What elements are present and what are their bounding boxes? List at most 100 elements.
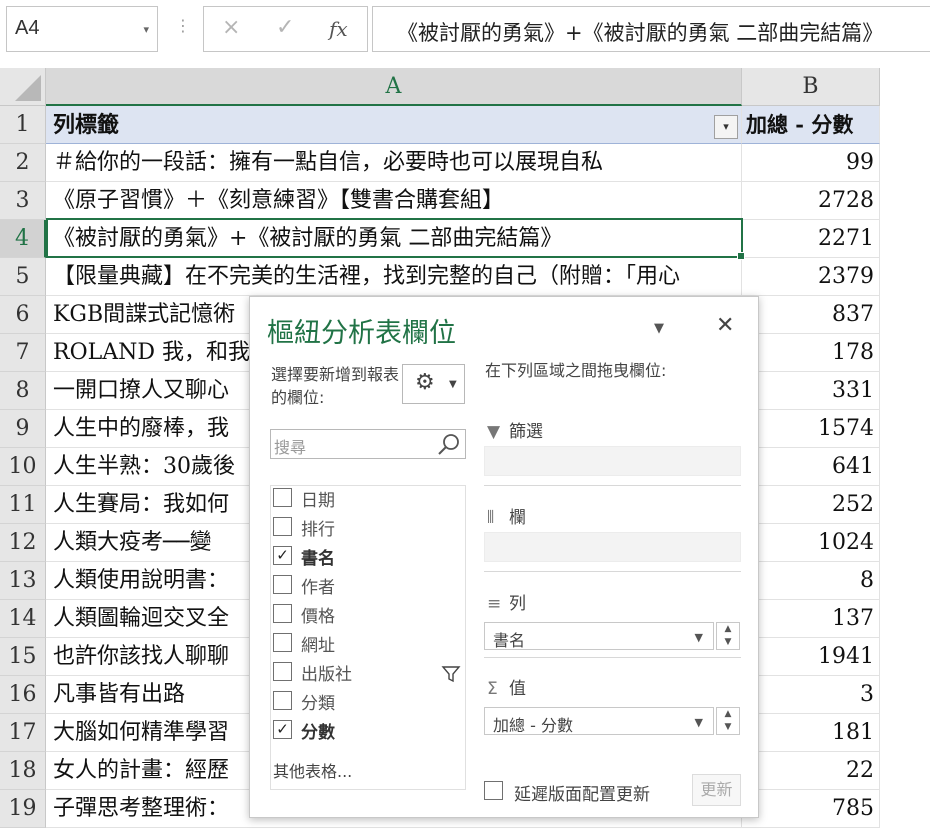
cell-a[interactable]: 《被討厭的勇氣》+《被討厭的勇氣 二部曲完結篇》 — [46, 220, 742, 258]
cell-b[interactable]: 641 — [742, 448, 880, 486]
row-header[interactable]: 10 — [0, 448, 46, 486]
field-checkbox[interactable] — [273, 691, 292, 710]
field-checkbox[interactable] — [273, 633, 292, 652]
tools-button[interactable]: ⚙ ▼ — [402, 364, 465, 404]
sigma-icon: Σ — [487, 679, 498, 699]
cell-b[interactable]: 331 — [742, 372, 880, 410]
column-header-a[interactable]: A — [46, 68, 742, 106]
panel-menu-icon[interactable]: ▼ — [654, 321, 664, 336]
cell-b[interactable]: 8 — [742, 562, 880, 600]
cell-a[interactable]: 【限量典藏】在不完美的生活裡，找到完整的自己（附贈：「用心 — [46, 258, 742, 296]
table-row: 4 《被討厭的勇氣》+《被討厭的勇氣 二部曲完結篇》 2271 — [0, 220, 930, 258]
cell-b[interactable]: 1574 — [742, 410, 880, 448]
field-checkbox[interactable] — [273, 517, 292, 536]
cell-b[interactable]: 99 — [742, 144, 880, 182]
cell-a[interactable]: 《原子習慣》＋《刻意練習》【雙書合購套組】 — [46, 182, 742, 220]
gear-icon: ⚙ — [415, 370, 435, 395]
cell-b[interactable]: 137 — [742, 600, 880, 638]
row-header[interactable]: 18 — [0, 752, 46, 790]
row-header[interactable]: 5 — [0, 258, 46, 296]
values-scroll-buttons[interactable]: ▲ ▼ — [716, 707, 740, 735]
cell-a1[interactable]: 列標籤 ▾ — [46, 106, 742, 144]
row-header[interactable]: 4 — [0, 220, 46, 258]
cell-b1[interactable]: 加總 - 分數 — [742, 106, 880, 144]
cell-b[interactable]: 2379 — [742, 258, 880, 296]
chevron-down-icon[interactable]: ▼ — [695, 631, 703, 644]
cell-b[interactable]: 1024 — [742, 524, 880, 562]
table-row: 2 ＃給你的一段話：擁有一點自信，必要時也可以展現自私 99 — [0, 144, 930, 182]
values-field-label: 加總 - 分數 — [493, 716, 573, 735]
name-box[interactable]: A4 ▾ — [6, 6, 158, 52]
row-header[interactable]: 9 — [0, 410, 46, 448]
cell-a[interactable]: ＃給你的一段話：擁有一點自信，必要時也可以展現自私 — [46, 144, 742, 182]
cell-b[interactable]: 3 — [742, 676, 880, 714]
search-icon — [438, 434, 459, 455]
field-label: 分數 — [301, 723, 335, 743]
row-header[interactable]: 14 — [0, 600, 46, 638]
panel-title: 樞紐分析表欄位 — [267, 318, 456, 349]
field-checkbox[interactable] — [273, 604, 292, 623]
row-header[interactable]: 1 — [0, 106, 46, 144]
defer-checkbox[interactable] — [484, 781, 503, 800]
row-header[interactable]: 7 — [0, 334, 46, 372]
column-header-b[interactable]: B — [742, 68, 880, 106]
row-header[interactable]: 6 — [0, 296, 46, 334]
rows-scroll-buttons[interactable]: ▲ ▼ — [716, 622, 740, 650]
field-checkbox[interactable] — [273, 575, 292, 594]
cell-b[interactable]: 178 — [742, 334, 880, 372]
filters-area-title: ▼ 篩選 — [487, 417, 543, 442]
cell-b[interactable]: 1941 — [742, 638, 880, 676]
row-header[interactable]: 12 — [0, 524, 46, 562]
table-row: 3 《原子習慣》＋《刻意練習》【雙書合購套組】 2728 — [0, 182, 930, 220]
filter-icon: ▼ — [487, 422, 501, 442]
row-header[interactable]: 11 — [0, 486, 46, 524]
cell-b[interactable]: 785 — [742, 790, 880, 828]
row-header[interactable]: 2 — [0, 144, 46, 182]
field-label: 網址 — [301, 636, 335, 656]
filter-dropdown-icon[interactable]: ▾ — [714, 115, 738, 139]
more-tables-link[interactable]: 其他表格... — [273, 758, 352, 782]
formula-input[interactable]: 《被討厭的勇氣》+《被討厭的勇氣 二部曲完結篇》 — [372, 6, 930, 52]
name-box-value: A4 — [15, 17, 40, 39]
more-options-icon[interactable]: ⋮ — [175, 16, 191, 35]
columns-icon: ⫴ — [487, 508, 495, 528]
select-all-button[interactable] — [0, 68, 46, 106]
cancel-icon[interactable]: × — [222, 15, 240, 40]
enter-icon[interactable]: ✓ — [276, 15, 294, 40]
row-header[interactable]: 15 — [0, 638, 46, 676]
field-checkbox[interactable] — [273, 662, 292, 681]
row-header[interactable]: 17 — [0, 714, 46, 752]
cell-b[interactable]: 837 — [742, 296, 880, 334]
search-input[interactable]: 搜尋 — [270, 429, 466, 459]
filters-drop-zone[interactable] — [484, 446, 741, 476]
row-header[interactable]: 19 — [0, 790, 46, 828]
field-checkbox-checked[interactable]: ✓ — [273, 720, 292, 739]
row-header[interactable]: 16 — [0, 676, 46, 714]
values-field-item[interactable]: 加總 - 分數 ▼ — [484, 707, 714, 735]
field-list: 日期 排行 ✓ 書名 作者 價格 網址 出版社 分類 ✓ 分數 其他表格... — [270, 485, 466, 790]
drag-fields-label: 在下列區域之間拖曳欄位: — [485, 361, 667, 380]
table-row: 1 列標籤 ▾ 加總 - 分數 — [0, 106, 930, 144]
row-header[interactable]: 8 — [0, 372, 46, 410]
cell-b[interactable]: 181 — [742, 714, 880, 752]
chevron-down-icon[interactable]: ▾ — [143, 23, 149, 36]
row-header[interactable]: 13 — [0, 562, 46, 600]
chevron-down-icon[interactable]: ▼ — [695, 716, 703, 729]
rows-label: 列 — [509, 594, 526, 614]
field-checkbox-checked[interactable]: ✓ — [273, 546, 292, 565]
cell-b[interactable]: 252 — [742, 486, 880, 524]
row-header[interactable]: 3 — [0, 182, 46, 220]
close-icon[interactable]: ✕ — [716, 313, 734, 338]
cell-b[interactable]: 2728 — [742, 182, 880, 220]
update-button[interactable]: 更新 — [692, 774, 741, 806]
columns-drop-zone[interactable] — [484, 532, 741, 562]
filter-icon[interactable] — [441, 664, 461, 684]
divider — [484, 571, 741, 572]
field-checkbox[interactable] — [273, 488, 292, 507]
cell-b[interactable]: 22 — [742, 752, 880, 790]
cell-b[interactable]: 2271 — [742, 220, 880, 258]
field-label: 分類 — [301, 694, 335, 714]
chevron-down-icon: ▼ — [449, 379, 457, 390]
rows-field-item[interactable]: 書名 ▼ — [484, 622, 714, 650]
insert-function-icon[interactable]: fx — [329, 17, 348, 41]
